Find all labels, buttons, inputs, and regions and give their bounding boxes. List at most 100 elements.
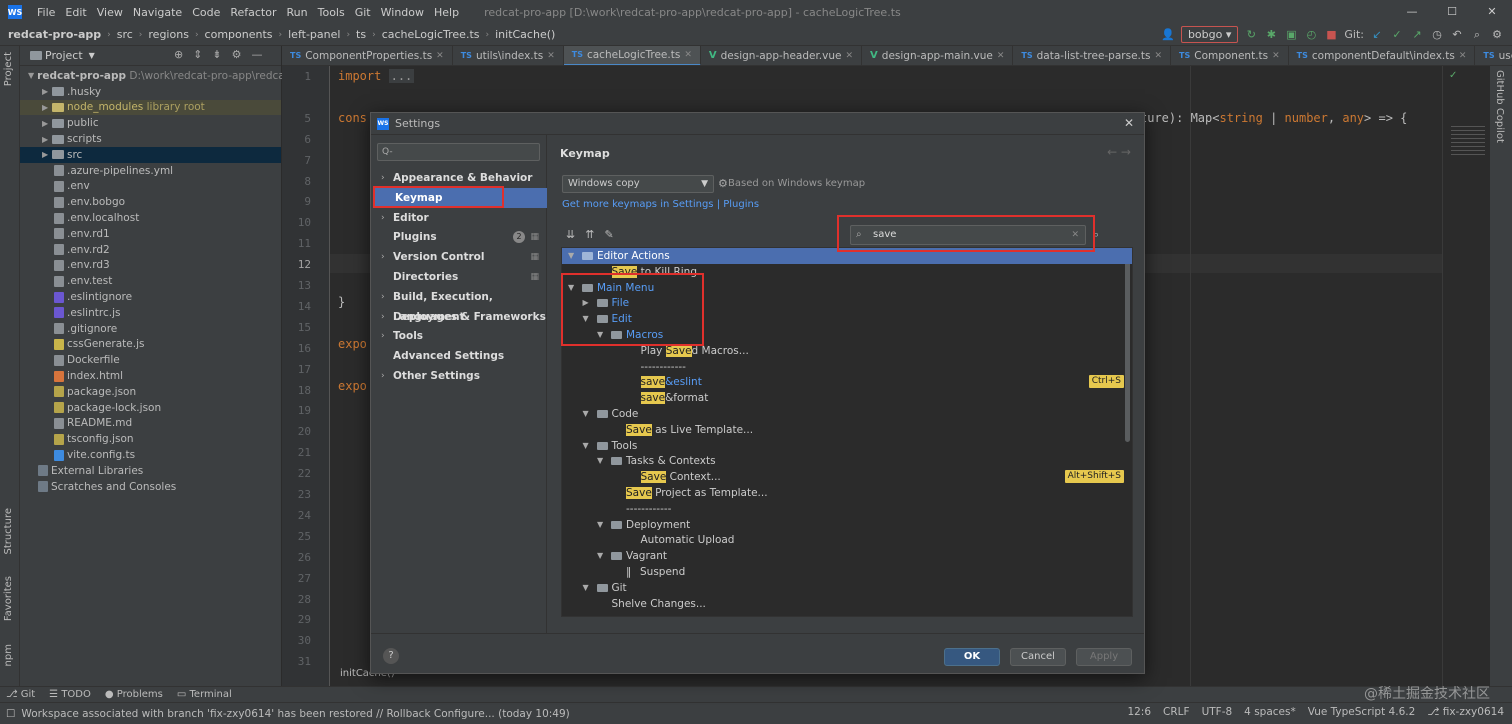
project-item[interactable]: .eslintrc.js: [20, 305, 281, 321]
inspection-ok-icon[interactable]: ✓: [1449, 70, 1457, 81]
keymap-tree-row[interactable]: Shelve Changes...: [562, 596, 1132, 612]
project-item[interactable]: ▶ public: [20, 115, 281, 131]
editor-tab[interactable]: TS ComponentProperties.ts ✕: [282, 46, 453, 65]
project-item[interactable]: .env.rd2: [20, 242, 281, 258]
keymap-tree-row[interactable]: Save as Live Template...: [562, 422, 1132, 438]
project-item[interactable]: package-lock.json: [20, 400, 281, 416]
close-icon[interactable]: ✕: [684, 46, 692, 65]
editor-tab[interactable]: TSuseDefaultProperties.ts✕: [1475, 46, 1512, 65]
breadcrumb-item[interactable]: initCache(): [495, 28, 555, 41]
minimize-icon[interactable]: —: [1392, 0, 1432, 24]
project-root[interactable]: ▼ redcat-pro-app D:\work\redcat-pro-app\r…: [20, 68, 293, 84]
line-separator[interactable]: CRLF: [1163, 706, 1190, 718]
caret-position[interactable]: 12:6: [1127, 706, 1151, 718]
tool-todo[interactable]: ☰ TODO: [49, 689, 91, 700]
profile-icon[interactable]: ◴: [1304, 28, 1318, 42]
keymap-tree-row[interactable]: Play Saved Macros...: [562, 343, 1132, 359]
editor-tab[interactable]: TS utils\index.ts ✕: [453, 46, 564, 65]
project-item[interactable]: .eslintignore: [20, 289, 281, 305]
settings-category[interactable]: › Version Control ▦: [371, 247, 547, 267]
git-commit-icon[interactable]: ✓: [1390, 28, 1404, 42]
git-branch[interactable]: ⎇ fix-zxy0614: [1427, 706, 1504, 718]
project-item[interactable]: Scratches and Consoles: [20, 479, 281, 495]
keymap-tree-row[interactable]: ‖ Suspend: [562, 564, 1132, 580]
editor-tab[interactable]: TS componentDefault\index.ts ✕: [1289, 46, 1476, 65]
editor-tab[interactable]: TS Component.ts ✕: [1171, 46, 1289, 65]
chevron-down-icon[interactable]: ▼: [89, 51, 95, 60]
tool-problems[interactable]: ● Problems: [105, 689, 163, 700]
coverage-icon[interactable]: ▣: [1284, 28, 1298, 42]
rerun-icon[interactable]: ↻: [1244, 28, 1258, 42]
keymap-tree-row[interactable]: Save Context... Alt+Shift+S: [562, 469, 1132, 485]
editor-tab[interactable]: TS cacheLogicTree.ts ✕: [563, 46, 701, 65]
keymap-tree-row[interactable]: ▼ Editor Actions: [562, 248, 1132, 264]
debug-icon[interactable]: ✱: [1264, 28, 1278, 42]
cancel-button[interactable]: Cancel: [1010, 648, 1066, 666]
settings-category[interactable]: Plugins 2 ▦: [371, 227, 547, 247]
edit-shortcut-icon[interactable]: ✎: [604, 228, 613, 241]
keymap-tree-row[interactable]: ▼ Deployment: [562, 517, 1132, 533]
menu-git[interactable]: Git: [350, 6, 376, 19]
menu-view[interactable]: View: [92, 6, 128, 19]
keymap-tree-row[interactable]: ▼ Main Menu: [562, 280, 1132, 296]
keymap-tree-row[interactable]: save&eslint Ctrl+S: [562, 374, 1132, 390]
tool-tab-favorites[interactable]: Favorites: [3, 576, 14, 621]
project-item[interactable]: .env.bobgo: [20, 194, 281, 210]
project-item[interactable]: package.json: [20, 384, 281, 400]
project-item[interactable]: tsconfig.json: [20, 431, 281, 447]
project-item[interactable]: .env: [20, 179, 281, 195]
menu-run[interactable]: Run: [282, 6, 313, 19]
close-icon[interactable]: ✕: [845, 46, 853, 65]
rollback-icon[interactable]: ↶: [1450, 28, 1464, 42]
project-item[interactable]: .env.rd1: [20, 226, 281, 242]
language-service[interactable]: Vue TypeScript 4.6.2: [1308, 706, 1416, 718]
menu-window[interactable]: Window: [376, 6, 429, 19]
keymap-tree-row[interactable]: ▼ Tools: [562, 438, 1132, 454]
settings-search-input[interactable]: Q-: [377, 143, 540, 161]
tool-tab-structure[interactable]: Structure: [3, 508, 14, 555]
minimap[interactable]: ✓: [1442, 66, 1490, 686]
tool-tab-github-copilot[interactable]: GitHub Copilot: [1494, 70, 1505, 143]
keymap-tree-row[interactable]: ------------: [562, 501, 1132, 517]
keymap-tree-row[interactable]: ▼ Macros: [562, 327, 1132, 343]
close-icon[interactable]: ✕: [1124, 116, 1134, 130]
tool-terminal[interactable]: ▭ Terminal: [177, 689, 232, 700]
settings-category[interactable]: › Tools: [371, 326, 547, 346]
status-message[interactable]: Workspace associated with branch 'fix-zx…: [21, 708, 569, 720]
settings-category[interactable]: › Languages & Frameworks: [371, 307, 547, 327]
keymap-tree-row[interactable]: save&format: [562, 390, 1132, 406]
keymap-tree-row[interactable]: ▼ Code: [562, 406, 1132, 422]
tool-tab-npm[interactable]: npm: [3, 644, 14, 666]
project-item[interactable]: .gitignore: [20, 321, 281, 337]
project-item[interactable]: .azure-pipelines.yml: [20, 163, 281, 179]
breadcrumb-item[interactable]: regions: [148, 28, 189, 41]
project-item[interactable]: Dockerfile: [20, 352, 281, 368]
keymap-tree-row[interactable]: Save Project as Template...: [562, 485, 1132, 501]
breadcrumb-item[interactable]: cacheLogicTree.ts: [382, 28, 480, 41]
close-icon[interactable]: ✕: [1154, 46, 1162, 65]
menu-edit[interactable]: Edit: [60, 6, 91, 19]
project-item[interactable]: .env.rd3: [20, 258, 281, 274]
breadcrumb-item[interactable]: components: [205, 28, 273, 41]
project-item[interactable]: .env.test: [20, 273, 281, 289]
project-item[interactable]: ▶ .husky: [20, 84, 281, 100]
git-push-icon[interactable]: ↗: [1410, 28, 1424, 42]
menu-file[interactable]: File: [32, 6, 60, 19]
plugins-link[interactable]: Plugins: [723, 199, 759, 210]
close-icon[interactable]: ✕: [1472, 0, 1512, 24]
keymap-tree-row[interactable]: ▼ Tasks & Contexts: [562, 453, 1132, 469]
editor-tab[interactable]: TS data-list-tree-parse.ts ✕: [1013, 46, 1172, 65]
settings-category[interactable]: Directories ▦: [371, 267, 547, 287]
keymap-tree-row[interactable]: Save to Kill Ring: [562, 264, 1132, 280]
close-icon[interactable]: ✕: [547, 46, 555, 65]
menu-refactor[interactable]: Refactor: [225, 6, 281, 19]
menu-help[interactable]: Help: [429, 6, 464, 19]
git-update-icon[interactable]: ↙: [1370, 28, 1384, 42]
project-item[interactable]: ▶ scripts: [20, 131, 281, 147]
apply-button[interactable]: Apply: [1076, 648, 1132, 666]
keymap-tree-row[interactable]: ------------: [562, 359, 1132, 375]
breadcrumb-item[interactable]: src: [117, 28, 133, 41]
breadcrumb-item[interactable]: ts: [356, 28, 366, 41]
project-item[interactable]: cssGenerate.js: [20, 337, 281, 353]
tool-git[interactable]: ⎇ Git: [6, 689, 35, 700]
